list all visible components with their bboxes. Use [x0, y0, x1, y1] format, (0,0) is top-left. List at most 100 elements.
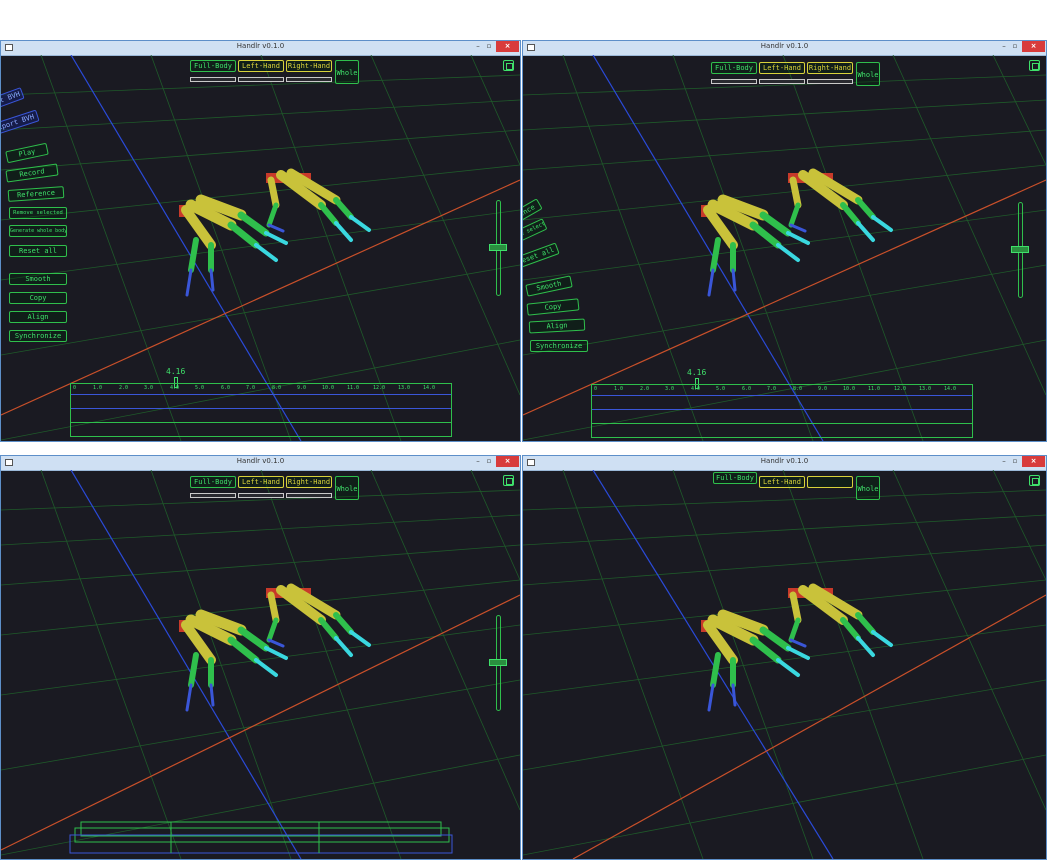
right-hand-button[interactable]: Right-Hand [807, 62, 853, 74]
full-body-button[interactable]: Full-Body [190, 60, 236, 72]
copy-button[interactable]: Copy [9, 292, 67, 304]
tick-label: 13.0 [919, 386, 932, 392]
tick-label: 0 [594, 386, 598, 392]
app-window-4: Handlr v0.1.0 – ▫ × Full-Body Left-Hand … [522, 455, 1047, 860]
timeline-track-3[interactable] [592, 423, 972, 424]
tick-label: 4.0 [691, 386, 701, 392]
tick-label: 14.0 [944, 386, 957, 392]
3d-viewport[interactable]: Full-Body Left-Hand Right-Hand Whole Ref… [523, 55, 1046, 441]
left-hand-button[interactable]: Left-Hand [238, 60, 284, 72]
tick-label: 3.0 [144, 385, 154, 391]
full-body-bar [190, 493, 236, 498]
full-body-button[interactable]: Full-Body [713, 472, 757, 484]
timeline-track-1[interactable] [71, 394, 451, 395]
tick-label: 1.0 [614, 386, 624, 392]
fullscreen-toggle[interactable] [1029, 60, 1040, 71]
3d-viewport[interactable]: Full-Body Left-Hand Right-Hand Whole [523, 470, 1046, 859]
maximize-button[interactable]: ▫ [1010, 41, 1020, 52]
tick-label: 2.0 [119, 385, 129, 391]
right-hand-button[interactable]: Right-Hand [807, 476, 853, 488]
3d-viewport[interactable]: Full-Body Left-Hand Right-Hand Whole Imp… [1, 55, 520, 441]
left-hand-button[interactable]: Left-Hand [759, 62, 805, 74]
minimize-button[interactable]: – [473, 41, 483, 52]
full-body-button[interactable]: Full-Body [190, 476, 236, 488]
timeline-ruler: 0 1.0 2.0 3.0 4.0 5.0 6.0 7.0 8.0 9.0 10… [592, 385, 972, 395]
window-title: Handlr v0.1.0 [760, 42, 809, 50]
timeline-track-2[interactable] [71, 408, 451, 409]
timeline-track-2[interactable] [592, 409, 972, 410]
maximize-button[interactable]: ▫ [484, 41, 494, 52]
synchronize-button[interactable]: Synchronize [530, 340, 588, 352]
minimize-button[interactable]: – [999, 41, 1009, 52]
tick-label: 0 [73, 385, 77, 391]
title-bar[interactable]: Handlr v0.1.0 – ▫ × [523, 456, 1046, 471]
full-body-button[interactable]: Full-Body [711, 62, 757, 74]
tick-label: 11.0 [868, 386, 881, 392]
right-hand-bar [286, 77, 332, 82]
whole-button[interactable]: Whole [335, 60, 359, 84]
smooth-button[interactable]: Smooth [9, 273, 67, 285]
timeline-cursor-value: 4.16 [166, 367, 186, 376]
tick-label: 13.0 [398, 385, 411, 391]
tick-label: 10.0 [843, 386, 856, 392]
zoom-slider-thumb[interactable] [1011, 246, 1029, 253]
maximize-button[interactable]: ▫ [484, 456, 494, 467]
close-button[interactable]: × [496, 456, 519, 467]
title-bar[interactable]: Handlr v0.1.0 – ▫ × [1, 41, 520, 56]
left-hand-button[interactable]: Left-Hand [238, 476, 284, 488]
tick-label: 3.0 [665, 386, 675, 392]
timeline-track-1[interactable] [592, 395, 972, 396]
whole-button[interactable]: Whole [335, 476, 359, 500]
maximize-button[interactable]: ▫ [1010, 456, 1020, 467]
tick-label: 9.0 [297, 385, 307, 391]
tick-label: 7.0 [767, 386, 777, 392]
tick-label: 12.0 [373, 385, 386, 391]
timeline-ruler: 0 1.0 2.0 3.0 4.0 5.0 6.0 7.0 8.0 9.0 10… [71, 384, 451, 394]
app-window-3: Handlr v0.1.0 – ▫ × Full-Body Left-Hand … [0, 455, 521, 860]
left-hand-bar [238, 77, 284, 82]
full-body-bar [711, 79, 757, 84]
remove-selected-button[interactable]: Remove selected [9, 207, 67, 219]
fullscreen-toggle[interactable] [503, 60, 514, 71]
timeline-cursor-value: 4.16 [687, 368, 707, 377]
right-hand-button[interactable]: Right-Hand [286, 476, 332, 488]
app-window-1: Handlr v0.1.0 – ▫ × Full-Body Left-Hand … [0, 40, 521, 442]
right-hand-button[interactable]: Right-Hand [286, 60, 332, 72]
close-button[interactable]: × [1022, 41, 1045, 52]
title-bar[interactable]: Handlr v0.1.0 – ▫ × [1, 456, 520, 471]
tick-label: 5.0 [716, 386, 726, 392]
align-button[interactable]: Align [9, 311, 67, 323]
synchronize-button[interactable]: Synchronize [9, 330, 67, 342]
whole-button[interactable]: Whole [856, 62, 880, 86]
left-hand-bar [759, 79, 805, 84]
title-bar[interactable]: Handlr v0.1.0 – ▫ × [523, 41, 1046, 56]
minimize-button[interactable]: – [473, 456, 483, 467]
timeline[interactable]: 0 1.0 2.0 3.0 4.0 5.0 6.0 7.0 8.0 9.0 10… [70, 383, 452, 437]
reset-all-button[interactable]: Reset all [9, 245, 67, 257]
timeline[interactable]: 0 1.0 2.0 3.0 4.0 5.0 6.0 7.0 8.0 9.0 10… [591, 384, 973, 438]
fullscreen-toggle[interactable] [1029, 475, 1040, 486]
minimize-button[interactable]: – [999, 456, 1009, 467]
app-window-2: Handlr v0.1.0 – ▫ × Full-Body Left-Hand … [522, 40, 1047, 442]
tick-label: 12.0 [894, 386, 907, 392]
tick-label: 6.0 [221, 385, 231, 391]
close-button[interactable]: × [1022, 456, 1045, 467]
tick-label: 6.0 [742, 386, 752, 392]
scene-render [523, 470, 1046, 859]
tick-label: 10.0 [322, 385, 335, 391]
generate-whole-body-button[interactable]: Generate whole body [9, 225, 67, 237]
close-button[interactable]: × [496, 41, 519, 52]
tick-label: 4.0 [170, 385, 180, 391]
3d-viewport[interactable]: Full-Body Left-Hand Right-Hand Whole [1, 470, 520, 859]
whole-button[interactable]: Whole [856, 476, 880, 500]
window-title: Handlr v0.1.0 [236, 42, 285, 50]
window-title: Handlr v0.1.0 [236, 457, 285, 465]
timeline-track-3[interactable] [71, 422, 451, 423]
left-hand-bar [238, 493, 284, 498]
right-hand-bar [286, 493, 332, 498]
zoom-slider-thumb[interactable] [489, 244, 507, 251]
zoom-slider-thumb[interactable] [489, 659, 507, 666]
fullscreen-toggle[interactable] [503, 475, 514, 486]
left-hand-button[interactable]: Left-Hand [759, 476, 805, 488]
full-body-bar [190, 77, 236, 82]
